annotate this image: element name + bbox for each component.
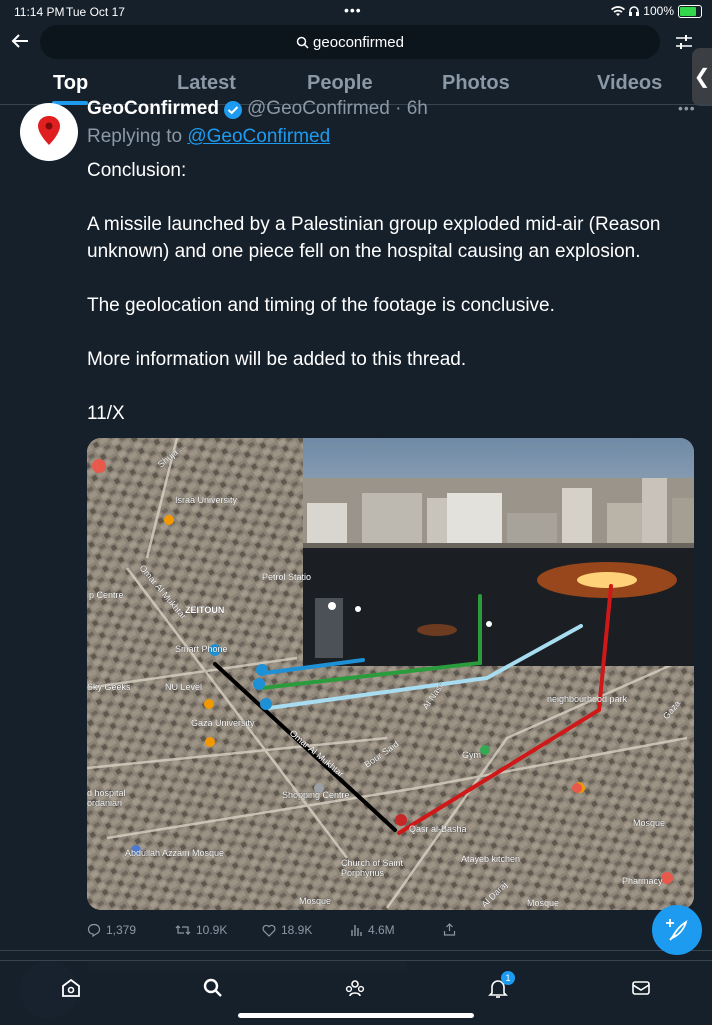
views-button[interactable]: 4.6M — [351, 923, 395, 937]
analytics-icon — [351, 925, 362, 936]
map-label: neighbourhood park — [547, 694, 628, 704]
tweet-text-line: A missile launched by a Palestinian grou… — [87, 214, 661, 262]
map-label: Abdullah Azzam Mosque — [125, 848, 224, 858]
tab-photos[interactable]: Photos — [442, 72, 510, 95]
heart-icon — [262, 924, 276, 937]
map-label: d hospital ordanian — [87, 788, 126, 808]
like-count: 18.9K — [281, 923, 313, 937]
reply-count: 1,379 — [106, 923, 137, 937]
map-label: Israa University — [175, 495, 238, 505]
author-handle-time: @GeoConfirmed · 6h — [247, 98, 428, 119]
back-button[interactable] — [10, 31, 34, 55]
people-icon — [345, 980, 365, 997]
tab-people[interactable]: People — [307, 72, 373, 95]
search-input[interactable]: geoconfirmed — [40, 25, 660, 59]
sliders-icon — [676, 35, 692, 49]
tab-latest[interactable]: Latest — [177, 72, 236, 95]
map-label: NU Level — [165, 682, 202, 692]
search-query-text: geoconfirmed — [313, 33, 404, 51]
verified-badge-icon — [224, 101, 242, 119]
map-label: Sky Geeks — [87, 682, 131, 692]
home-tab[interactable] — [60, 977, 82, 999]
tweet-text-line: More information will be added to this t… — [87, 349, 467, 370]
retweet-button[interactable]: 10.9K — [175, 923, 227, 937]
status-date: Tue Oct 17 — [66, 5, 125, 19]
explore-tab[interactable] — [202, 977, 224, 999]
share-button[interactable] — [443, 923, 456, 936]
map-label: Shopping Centre — [282, 790, 350, 800]
share-icon — [443, 923, 456, 936]
home-icon — [62, 978, 80, 997]
reply-button[interactable]: 1,379 — [87, 923, 136, 937]
status-indicators: 100% — [611, 4, 702, 18]
map-label: ZEITOUN — [185, 605, 224, 615]
battery-percent: 100% — [643, 4, 674, 18]
envelope-icon — [632, 981, 650, 995]
map-label: Atayeb kitchen — [461, 854, 520, 864]
reply-icon — [87, 923, 101, 937]
replying-prefix: Replying to — [87, 126, 183, 147]
map-label: Gym — [462, 750, 481, 760]
compose-tweet-button[interactable] — [652, 905, 702, 955]
map-label: Petrol Statio — [262, 572, 311, 582]
map-label: Mosque — [299, 896, 331, 906]
map-label: Mosque — [527, 898, 559, 908]
view-count: 4.6M — [368, 923, 395, 937]
like-button[interactable]: 18.9K — [262, 923, 312, 937]
multitask-dots[interactable]: ••• — [344, 2, 362, 18]
feather-plus-icon — [666, 919, 688, 941]
status-bar: 11:14 PM Tue Oct 17 ••• 100% — [0, 0, 712, 22]
status-time: 11:14 PM — [14, 5, 65, 19]
tweet-media-image[interactable]: Shuja ... Israa University Omar Al Mukht… — [87, 438, 694, 910]
map-label: Smart Phone — [175, 644, 228, 654]
tweet-text-line: 11/X — [87, 403, 125, 424]
tab-videos[interactable]: Videos — [597, 72, 662, 95]
home-indicator[interactable] — [238, 1013, 474, 1018]
notification-badge: 1 — [501, 971, 515, 985]
map-label: Mosque — [633, 818, 665, 828]
retweet-count: 10.9K — [196, 923, 228, 937]
tab-top[interactable]: Top — [53, 72, 88, 95]
tweet-text-line: The geolocation and timing of the footag… — [87, 295, 555, 316]
wifi-icon — [611, 5, 626, 16]
author-name[interactable]: GeoConfirmed — [87, 98, 219, 120]
city-daytime-photo — [303, 438, 694, 548]
search-icon — [203, 978, 222, 997]
avatar[interactable] — [20, 103, 78, 161]
replying-to-link[interactable]: @GeoConfirmed — [187, 126, 330, 147]
battery-icon — [678, 4, 702, 18]
map-label: Pharmacy — [622, 876, 663, 886]
map-composite: Shuja ... Israa University Omar Al Mukht… — [87, 438, 694, 910]
search-icon — [296, 36, 309, 49]
retweet-icon — [175, 925, 191, 935]
map-label: p Centre — [89, 590, 124, 600]
tweet-text-line: Conclusion: — [87, 160, 187, 181]
communities-tab[interactable] — [344, 977, 366, 999]
map-label: Qasr al-Basha — [409, 824, 467, 834]
night-explosion-photo — [303, 548, 694, 666]
messages-tab[interactable] — [630, 977, 652, 999]
replying-to: Replying to @GeoConfirmed — [87, 126, 330, 148]
map-pin-icon — [38, 116, 60, 145]
headphones-icon — [629, 5, 640, 16]
back-arrow-icon — [11, 34, 28, 48]
more-options-button[interactable]: ••• — [678, 100, 696, 116]
map-label: Gaza University — [191, 718, 255, 728]
notifications-tab[interactable]: 1 — [487, 971, 515, 999]
